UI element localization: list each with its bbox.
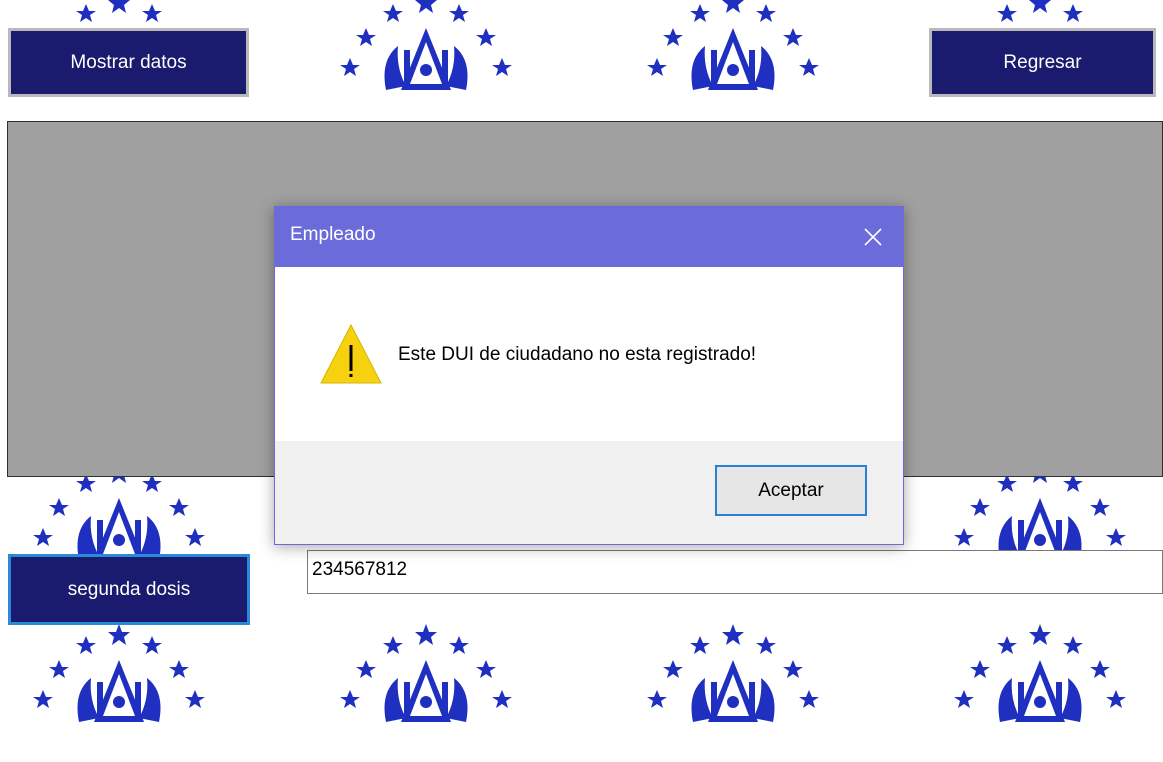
dialog-footer: Aceptar <box>275 441 903 544</box>
warning-icon <box>319 323 383 385</box>
emblem-decoration <box>940 622 1140 762</box>
emblem-decoration <box>633 0 833 130</box>
second-dose-button[interactable]: segunda dosis <box>8 554 250 625</box>
message-dialog: Empleado Este DUI de ciudadano no esta r… <box>274 206 904 545</box>
ok-button[interactable]: Aceptar <box>715 465 867 516</box>
emblem-decoration <box>326 0 526 130</box>
emblem-decoration <box>633 622 833 762</box>
emblem-decoration <box>19 622 219 762</box>
show-data-button[interactable]: Mostrar datos <box>8 28 249 97</box>
dialog-message: Este DUI de ciudadano no esta registrado… <box>398 344 757 365</box>
back-button[interactable]: Regresar <box>929 28 1156 97</box>
close-icon[interactable] <box>843 207 903 267</box>
dialog-title: Empleado <box>290 224 376 245</box>
dialog-body: Este DUI de ciudadano no esta registrado… <box>275 267 903 441</box>
emblem-decoration <box>326 622 526 762</box>
dui-input[interactable]: 234567812 <box>307 550 1163 594</box>
dialog-titlebar: Empleado <box>275 207 903 267</box>
